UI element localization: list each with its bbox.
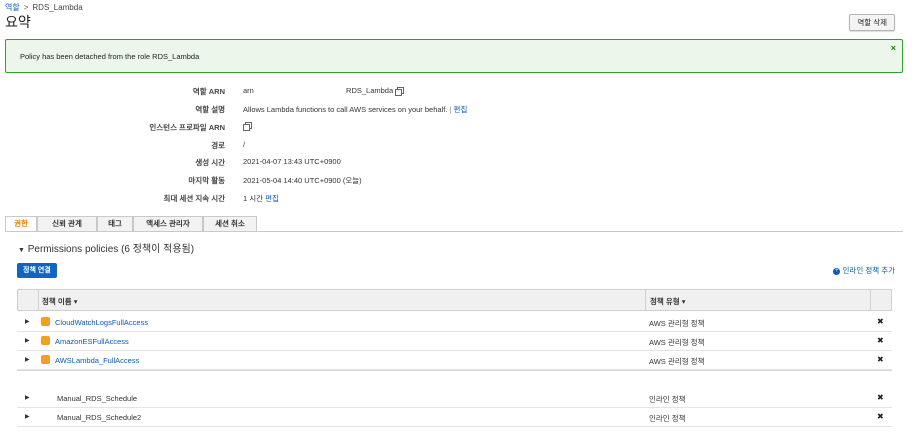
- policy-type: AWS 관리형 정책: [649, 319, 705, 328]
- detach-policy-icon[interactable]: ✖: [877, 336, 884, 345]
- header-divider: [645, 290, 646, 310]
- add-inline-icon: +: [833, 267, 841, 275]
- aws-managed-policy-icon: [41, 317, 50, 326]
- summary-value-role-description: Allows Lambda functions to call AWS serv…: [243, 104, 467, 115]
- table-divider: [17, 370, 892, 371]
- tab-revoke-sessions[interactable]: 세션 취소: [203, 216, 257, 231]
- description-separator: |: [449, 105, 452, 114]
- tab-access-advisor[interactable]: 액세스 관리자: [133, 216, 203, 231]
- summary-label-role-arn: 역할 ARN: [192, 87, 225, 96]
- summary-value-max-session: 1 시간 편집: [243, 193, 279, 204]
- detach-policy-icon[interactable]: ✖: [877, 317, 884, 326]
- edit-description-link[interactable]: 편집: [454, 105, 468, 114]
- summary-label-instance-profile-arn: 인스턴스 프로파일 ARN: [149, 123, 225, 132]
- page-title: 요약: [5, 14, 31, 30]
- tab-tags[interactable]: 태그: [97, 216, 133, 231]
- table-row[interactable]: ▶ AWSLambda_FullAccess AWS 관리형 정책 ✖: [17, 351, 892, 370]
- breadcrumb-current: RDS_Lambda: [32, 3, 83, 12]
- policy-name[interactable]: Manual_RDS_Schedule: [57, 394, 137, 403]
- detach-policy-icon[interactable]: ✖: [877, 393, 884, 402]
- policy-name[interactable]: Manual_RDS_Schedule2: [57, 413, 141, 422]
- attach-policies-button[interactable]: 정책 연결: [17, 263, 57, 278]
- header-divider: [870, 290, 871, 310]
- alert-message: Policy has been detached from the role R…: [20, 52, 200, 61]
- column-header-policy-type[interactable]: 정책 유형 ▾: [650, 296, 686, 307]
- breadcrumb-roles-link[interactable]: 역할: [5, 3, 20, 12]
- permissions-header-text: Permissions policies (6 정책이 적용됨): [27, 244, 195, 255]
- summary-value-role-arn: arn RDS_Lambda: [243, 86, 405, 96]
- summary-label-max-session: 최대 세션 지속 시간: [163, 194, 225, 203]
- detach-policy-icon[interactable]: ✖: [877, 412, 884, 421]
- policy-name-link[interactable]: AmazonESFullAccess: [55, 337, 129, 346]
- header-divider: [38, 290, 39, 310]
- success-alert: Policy has been detached from the role R…: [5, 39, 903, 73]
- role-arn-prefix: arn: [243, 86, 254, 95]
- add-inline-policy-link[interactable]: + 인라인 정책 추가: [833, 265, 895, 276]
- expand-row-icon[interactable]: ▶: [25, 413, 30, 420]
- summary-label-path: 경로: [211, 141, 225, 150]
- tab-panel-border: [5, 231, 903, 232]
- table-row[interactable]: ▶ AmazonESFullAccess AWS 관리형 정책 ✖: [17, 332, 892, 351]
- policy-type: AWS 관리형 정책: [649, 357, 705, 366]
- summary-value-instance-profile-arn: [243, 121, 252, 131]
- summary-label-creation-time: 생성 시간: [195, 158, 225, 167]
- role-description-text: Allows Lambda functions to call AWS serv…: [243, 105, 448, 114]
- policy-type: AWS 관리형 정책: [649, 338, 705, 347]
- summary-label-last-activity: 마지막 활동: [188, 176, 225, 185]
- aws-managed-policy-icon: [41, 336, 50, 345]
- tab-permissions[interactable]: 권한: [5, 216, 37, 232]
- table-row[interactable]: ▶ Manual_RDS_Schedule2 인라인 정책 ✖: [17, 408, 892, 427]
- summary-value-last-activity: 2021-05-04 14:40 UTC+0900 (오늘): [243, 176, 362, 185]
- summary-value-creation-time: 2021-04-07 13:43 UTC+0900: [243, 157, 341, 166]
- column-header-policy-name[interactable]: 정책 이름 ▾: [42, 296, 78, 307]
- section-collapse-icon[interactable]: ▼: [18, 247, 25, 254]
- detach-policy-icon[interactable]: ✖: [877, 355, 884, 364]
- breadcrumb-separator: >: [23, 3, 29, 12]
- expand-row-icon[interactable]: ▶: [25, 356, 30, 363]
- delete-role-button[interactable]: 역할 삭제: [849, 14, 895, 31]
- tab-trust-relationships[interactable]: 신뢰 관계: [37, 216, 97, 231]
- summary-label-role-description: 역할 설명: [195, 105, 225, 114]
- max-session-value: 1 시간: [243, 194, 264, 203]
- add-inline-label: 인라인 정책 추가: [842, 266, 895, 275]
- copy-arn-icon[interactable]: [395, 86, 405, 96]
- policy-type: 인라인 정책: [649, 414, 686, 423]
- copy-instance-profile-icon[interactable]: [243, 121, 252, 131]
- policy-type: 인라인 정책: [649, 395, 686, 404]
- policies-table-header: 정책 이름 ▾ 정책 유형 ▾: [17, 289, 892, 311]
- close-alert-icon[interactable]: ×: [891, 43, 896, 53]
- permissions-section-header[interactable]: ▼ Permissions policies (6 정책이 적용됨): [18, 240, 194, 255]
- summary-value-path: /: [243, 140, 246, 149]
- aws-managed-policy-icon: [41, 355, 50, 364]
- expand-row-icon[interactable]: ▶: [25, 394, 30, 401]
- policy-name-link[interactable]: CloudWatchLogsFullAccess: [55, 318, 148, 327]
- expand-row-icon[interactable]: ▶: [25, 318, 30, 325]
- expand-row-icon[interactable]: ▶: [25, 337, 30, 344]
- policy-name-link[interactable]: AWSLambda_FullAccess: [55, 356, 139, 365]
- table-row[interactable]: ▶ CloudWatchLogsFullAccess AWS 관리형 정책 ✖: [17, 313, 892, 332]
- edit-max-session-link[interactable]: 편집: [265, 194, 279, 203]
- table-row[interactable]: ▶ Manual_RDS_Schedule 인라인 정책 ✖: [17, 389, 892, 408]
- role-arn-suffix: RDS_Lambda: [346, 86, 394, 95]
